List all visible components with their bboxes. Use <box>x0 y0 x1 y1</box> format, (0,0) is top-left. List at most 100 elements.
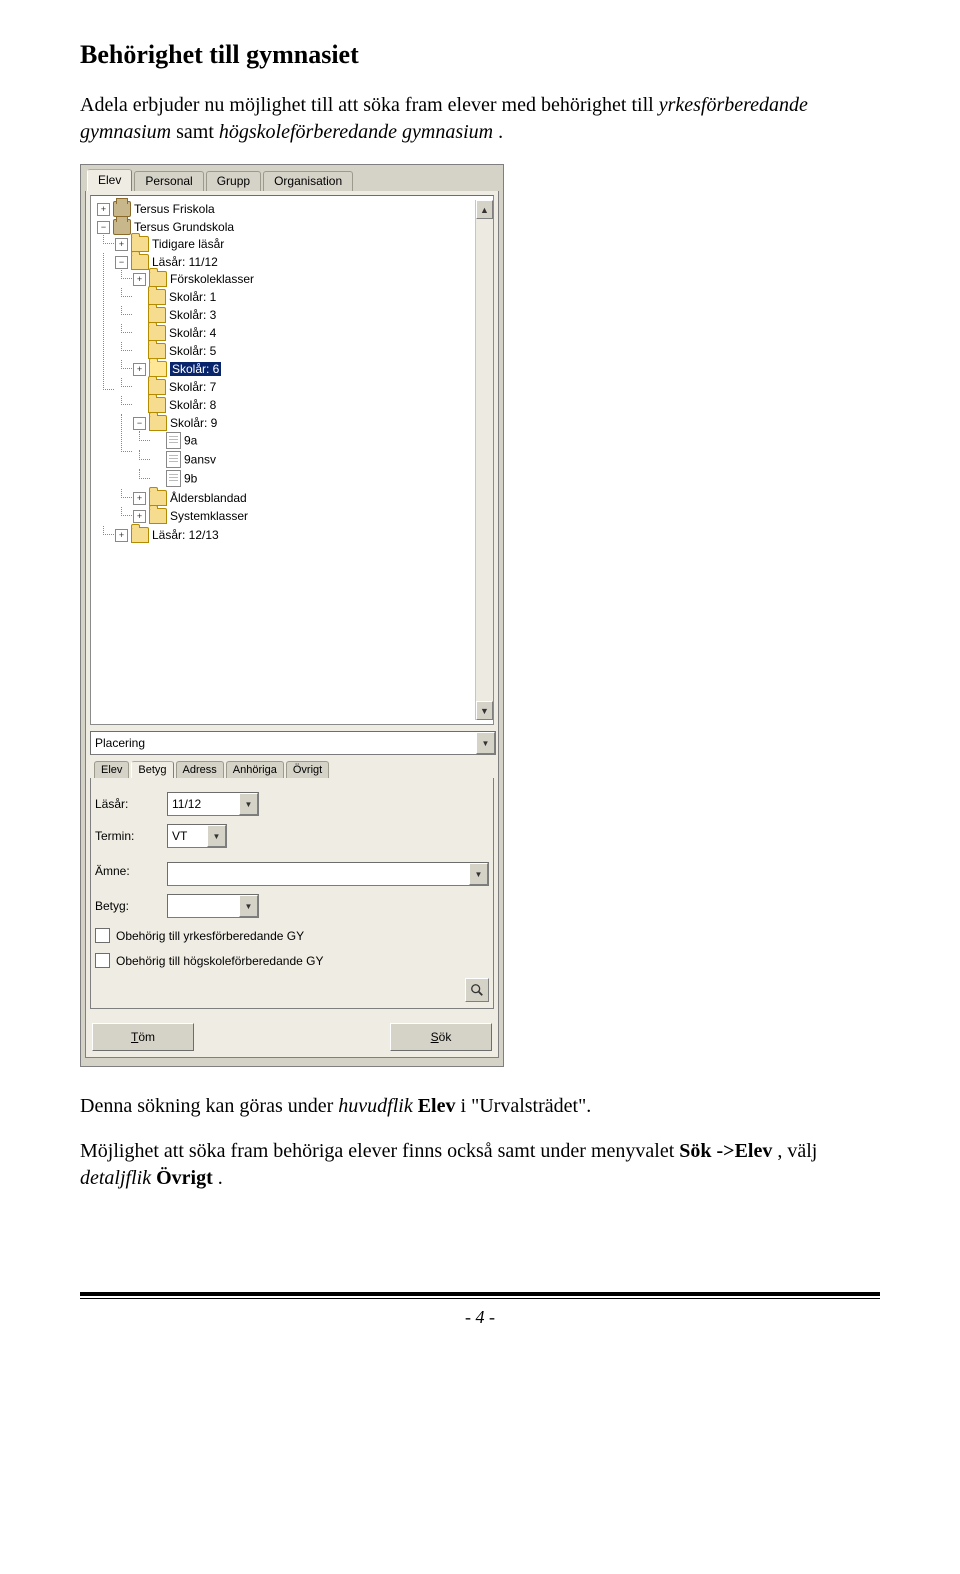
tree-node-label: Systemklasser <box>170 509 248 523</box>
betyg-select[interactable]: ▼ <box>167 894 259 918</box>
chevron-down-icon: ▼ <box>476 732 495 754</box>
tab-organisation[interactable]: Organisation <box>263 171 353 191</box>
checkbox-hogskole-label: Obehörig till högskoleförberedande GY <box>116 954 323 968</box>
detail-tab-elev[interactable]: Elev <box>94 761 129 778</box>
doc-heading: Behörighet till gymnasiet <box>80 40 880 70</box>
tab-elev[interactable]: Elev <box>87 169 132 191</box>
p3-t2: , välj <box>777 1140 817 1162</box>
doc-icon <box>166 451 181 468</box>
folder-icon <box>148 289 166 305</box>
p3-t4: . <box>218 1167 223 1189</box>
collapse-icon[interactable]: − <box>97 221 110 234</box>
tree-node[interactable]: − Läsår: 11/12 + Förskoleklasser Skolår: 1 Sk… <box>115 253 475 526</box>
tree-node[interactable]: − Skolår: 99a9ansv 9b <box>133 414 475 489</box>
tree-node-label: Skolår: 8 <box>169 398 216 412</box>
detail-tab-anhoriga[interactable]: Anhöriga <box>226 761 284 778</box>
tree-node[interactable]: 9b <box>151 469 475 488</box>
tree-node[interactable]: Skolår: 4 <box>133 324 475 342</box>
magnifier-icon <box>470 983 484 997</box>
clear-button-rest: öm <box>138 1030 155 1044</box>
folder-icon <box>149 271 167 287</box>
chevron-down-icon: ▼ <box>239 793 258 815</box>
tree-scrollbar[interactable]: ▲ ▼ <box>475 200 493 720</box>
intro-em-2: högskoleförberedande gymnasium <box>219 121 493 143</box>
tree-node[interactable]: − Tersus Grundskola + Tidigare läsår − Läsår:… <box>97 218 475 545</box>
folder-icon <box>148 397 166 413</box>
detail-tab-ovrigt[interactable]: Övrigt <box>286 761 329 778</box>
expand-icon[interactable]: + <box>133 273 146 286</box>
tree-node[interactable]: Skolår: 5 <box>133 342 475 360</box>
expand-icon[interactable]: + <box>133 363 146 376</box>
button-bar: Töm Sök <box>90 1023 494 1051</box>
tree-node[interactable]: + Förskoleklasser <box>133 270 475 288</box>
tree-node[interactable]: Skolår: 8 <box>133 396 475 414</box>
expand-icon[interactable]: + <box>133 492 146 505</box>
scroll-up-button[interactable]: ▲ <box>476 200 493 219</box>
tree-node-label: Skolår: 3 <box>169 308 216 322</box>
checkbox-yrkes[interactable]: Obehörig till yrkesförberedande GY <box>95 928 489 943</box>
p3-em: detaljflik <box>80 1167 151 1189</box>
detail-tab-betyg[interactable]: Betyg <box>131 761 173 778</box>
tree-node[interactable]: Skolår: 3 <box>133 306 475 324</box>
lasar-label: Läsår: <box>95 797 159 811</box>
tree-node-label: Tidigare läsår <box>152 237 224 251</box>
termin-select[interactable]: VT ▼ <box>167 824 227 848</box>
checkbox-yrkes-label: Obehörig till yrkesförberedande GY <box>116 929 304 943</box>
tree-node-label: Läsår: 11/12 <box>152 255 218 269</box>
checkbox-hogskole[interactable]: Obehörig till högskoleförberedande GY <box>95 953 489 968</box>
tree-node-label: Skolår: 4 <box>169 326 216 340</box>
school-icon <box>113 219 131 235</box>
tree-node[interactable]: + Tidigare läsår <box>115 235 475 253</box>
tree-node-label: Åldersblandad <box>170 491 247 505</box>
folder-icon <box>148 343 166 359</box>
tree-node[interactable]: Skolår: 1 <box>133 288 475 306</box>
checkbox-icon <box>95 928 110 943</box>
p2-strong: Elev <box>418 1095 456 1117</box>
search-button-hotkey: S <box>431 1030 439 1044</box>
folder-icon <box>148 379 166 395</box>
placering-select[interactable]: Placering ▼ <box>90 731 496 755</box>
search-button-rest: ök <box>439 1030 452 1044</box>
main-tab-face: + Tersus Friskola − Tersus Grundskola + Tidig… <box>85 191 499 1058</box>
tree-node[interactable]: 9ansv <box>151 450 475 469</box>
doc-icon <box>166 432 181 449</box>
termin-label: Termin: <box>95 829 159 843</box>
collapse-icon[interactable]: − <box>133 417 146 430</box>
clear-button[interactable]: Töm <box>92 1023 194 1051</box>
detail-tab-row: Elev Betyg Adress Anhöriga Övrigt <box>90 761 494 778</box>
folder-icon <box>149 490 167 506</box>
tab-grupp[interactable]: Grupp <box>206 171 261 191</box>
expand-icon[interactable]: + <box>133 510 146 523</box>
expand-icon[interactable]: + <box>115 238 128 251</box>
tree-node[interactable]: 9a <box>151 431 475 450</box>
tree-node-label: Förskoleklasser <box>170 272 254 286</box>
search-button[interactable]: Sök <box>390 1023 492 1051</box>
tree-node[interactable]: + Läsår: 12/13 <box>115 526 475 544</box>
tree-node[interactable]: + Åldersblandad <box>133 489 475 507</box>
tree-node[interactable]: + Systemklasser <box>133 507 475 525</box>
intro-text-2: samt <box>176 121 219 143</box>
tree-node[interactable]: + Tersus Friskola <box>97 200 475 218</box>
tree-view[interactable]: + Tersus Friskola − Tersus Grundskola + Tidig… <box>90 195 494 725</box>
lasar-select[interactable]: 11/12 ▼ <box>167 792 259 816</box>
tree-node-label: Skolår: 9 <box>170 416 217 430</box>
p3-strong1: Sök ->Elev <box>679 1140 772 1162</box>
intro-text-1: Adela erbjuder nu möjlighet till att sök… <box>80 94 659 116</box>
collapse-icon[interactable]: − <box>115 256 128 269</box>
chevron-down-icon: ▼ <box>207 825 226 847</box>
expand-icon[interactable]: + <box>115 529 128 542</box>
expand-icon[interactable]: + <box>97 203 110 216</box>
tree-node[interactable]: Skolår: 7 <box>133 378 475 396</box>
tree-node-label: 9b <box>184 472 197 486</box>
tab-personal[interactable]: Personal <box>134 171 203 191</box>
scroll-down-button[interactable]: ▼ <box>476 701 493 720</box>
amne-select[interactable]: ▼ <box>167 862 489 886</box>
tree-node-label: Tersus Friskola <box>134 202 215 216</box>
p2-em: huvudflik <box>338 1095 412 1117</box>
detail-tab-adress[interactable]: Adress <box>176 761 224 778</box>
folder-icon <box>149 361 167 377</box>
tree-node-label: Tersus Grundskola <box>134 220 234 234</box>
tree-node[interactable]: +Skolår: 6 <box>133 360 475 378</box>
tree-node-label: Läsår: 12/13 <box>152 528 219 542</box>
search-mini-button[interactable] <box>465 978 489 1002</box>
